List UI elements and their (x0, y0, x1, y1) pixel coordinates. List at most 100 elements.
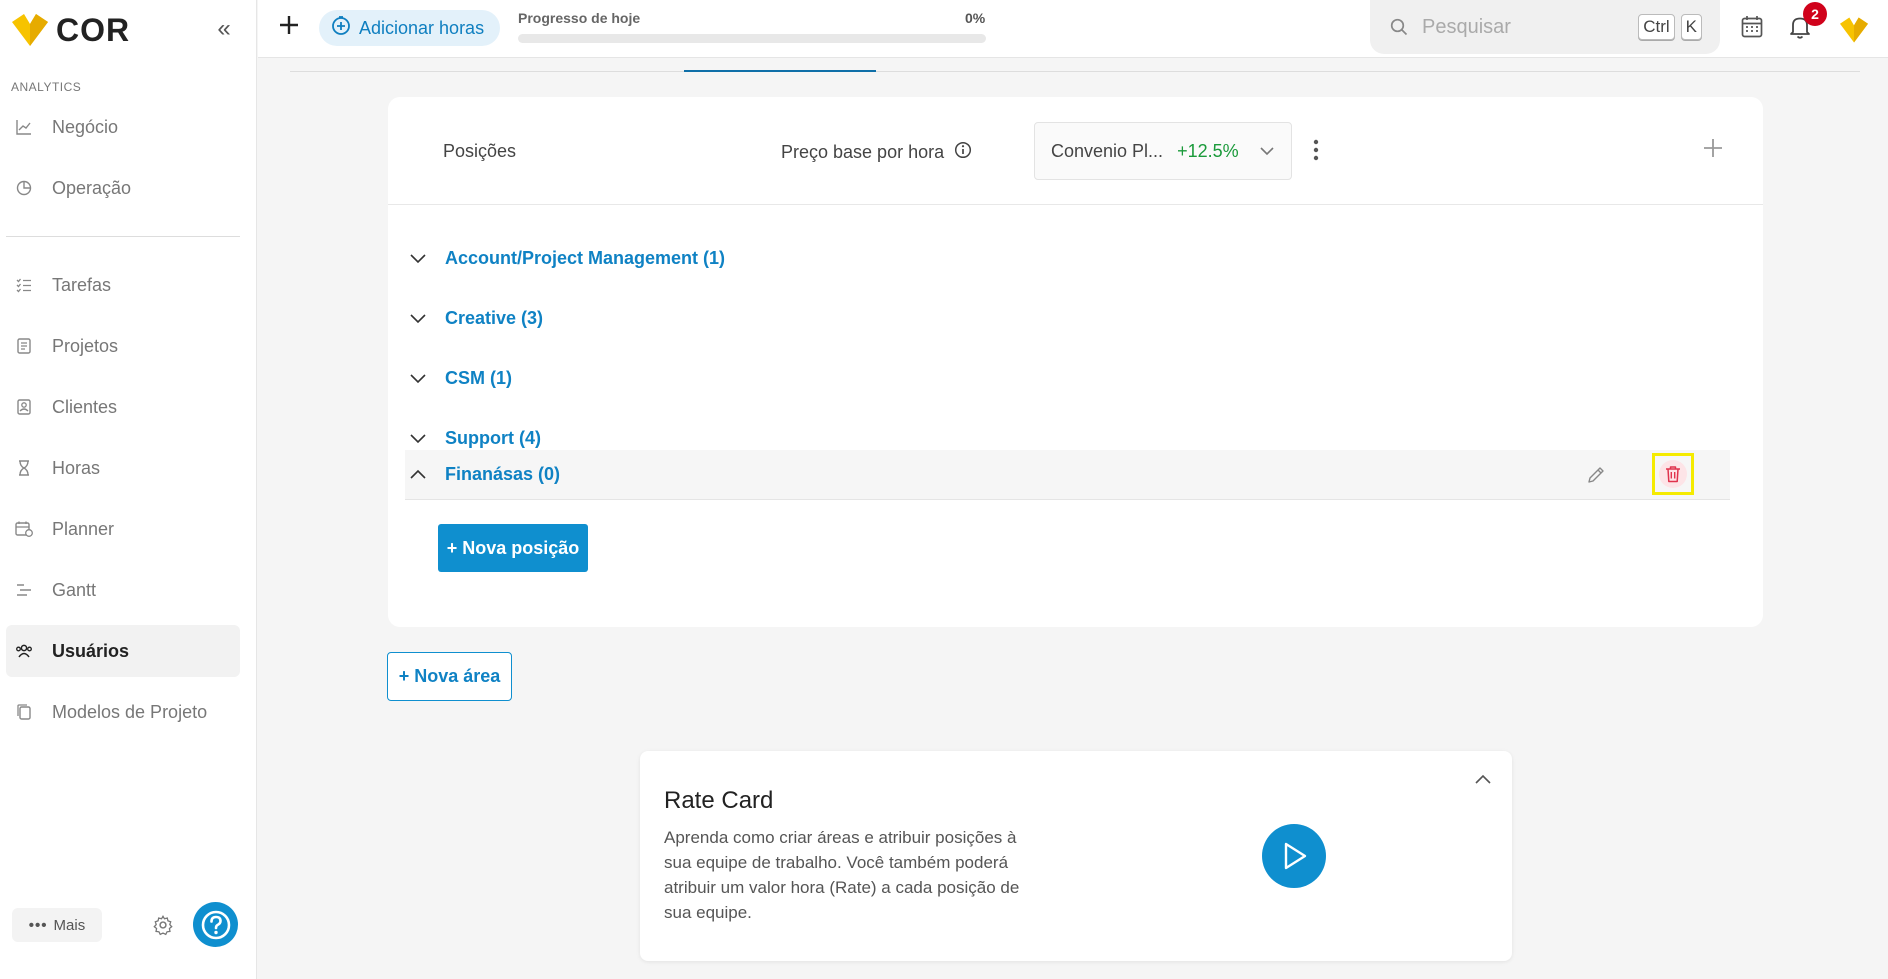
cor-logo-icon (12, 14, 48, 46)
sidebar-item-planner[interactable]: Planner (6, 503, 240, 555)
calendar-button[interactable] (1741, 15, 1763, 44)
more-label: Mais (53, 916, 86, 934)
sidebar-item-label: Gantt (52, 579, 97, 600)
analytics-section-label: ANALYTICS (11, 80, 82, 94)
positions-column-header: Posições (443, 141, 517, 161)
new-position-button[interactable]: + Nova posição (438, 524, 588, 572)
sidebar-item-label: Clientes (52, 396, 118, 417)
new-area-button[interactable]: + Nova área (387, 652, 512, 701)
rate-card-select-value: Convenio Pl... (1051, 140, 1164, 161)
chevron-down-icon (409, 249, 429, 267)
vertical-dots-icon (1313, 139, 1319, 161)
area-name: Finanásas (0) (445, 464, 561, 484)
calendar-icon (1741, 16, 1763, 38)
sidebar-item-clientes[interactable]: Clientes (6, 381, 240, 433)
sidebar-item-usuarios[interactable]: Usuários (6, 625, 240, 677)
info-panel-title: Rate Card (664, 787, 774, 814)
gear-icon (153, 915, 173, 936)
progress-label: Progresso de hoje (518, 10, 641, 26)
area-row-finanasas[interactable]: Finanásas (0) (405, 450, 1730, 500)
sidebar-item-label: Modelos de Projeto (52, 701, 208, 722)
area-row-account-project-management[interactable]: Account/Project Management (1) (405, 236, 1730, 280)
sidebar-item-horas[interactable]: Horas (6, 442, 240, 494)
play-video-button[interactable] (1262, 824, 1326, 888)
collapse-info-panel-button[interactable] (1474, 771, 1492, 794)
rate-card-info-panel: Rate Card Aprenda como criar áreas e atr… (640, 751, 1512, 961)
pie-chart-icon (14, 178, 34, 198)
area-name: Support (4) (445, 427, 541, 448)
area-row-creative[interactable]: Creative (3) (405, 296, 1730, 340)
users-icon (14, 641, 34, 661)
quick-add-button[interactable] (278, 13, 300, 41)
add-rate-card-button[interactable] (1703, 135, 1723, 163)
plus-icon (280, 16, 298, 34)
delete-button-background (1659, 460, 1687, 488)
info-icon[interactable] (954, 141, 972, 164)
cor-logo[interactable]: COR (10, 10, 130, 50)
more-button[interactable]: ••• Mais (12, 908, 102, 942)
rate-card-select[interactable]: Convenio Pl... +12.5% (1034, 122, 1292, 180)
ellipsis-icon: ••• (28, 916, 48, 934)
cor-logo-icon (1840, 17, 1868, 43)
play-icon (1284, 842, 1307, 870)
active-tab-indicator (684, 70, 876, 72)
trash-icon (1666, 466, 1680, 483)
rate-card-options-button[interactable] (1313, 139, 1319, 166)
sidebar-item-tarefas[interactable]: Tarefas (6, 259, 240, 311)
copy-icon (14, 702, 34, 722)
chevron-down-icon (409, 429, 429, 447)
sidebar-item-modelos-de-projeto[interactable]: Modelos de Projeto (6, 686, 240, 738)
help-button[interactable] (193, 902, 238, 947)
notification-badge: 2 (1803, 2, 1827, 26)
area-row-csm[interactable]: CSM (1) (405, 356, 1730, 400)
calendar-clock-icon (14, 519, 34, 539)
sidebar-item-operacao[interactable]: Operação (6, 162, 240, 214)
top-bar: Adicionar horas Progresso de hoje 0% Pes… (258, 0, 1888, 58)
search-placeholder: Pesquisar (1422, 15, 1511, 38)
chevron-up-icon (1475, 774, 1491, 784)
search-icon (1390, 18, 1408, 36)
area-name: Creative (3) (445, 307, 544, 328)
sidebar-item-label: Projetos (52, 335, 119, 356)
sidebar-item-label: Operação (52, 177, 132, 198)
progress-bar (518, 34, 986, 43)
progress-percentage: 0% (965, 10, 986, 26)
contact-card-icon (14, 397, 34, 417)
edit-area-button[interactable] (1586, 465, 1606, 490)
logo-text: COR (56, 11, 131, 48)
area-name: CSM (1) (445, 367, 512, 388)
collapse-sidebar-button[interactable]: « (212, 17, 236, 42)
sidebar-item-negocio[interactable]: Negócio (6, 101, 240, 153)
rate-table-header: Posições Preço base por hora Convenio Pl… (388, 97, 1763, 205)
add-hours-label: Adicionar horas (359, 17, 485, 38)
sidebar-item-label: Horas (52, 457, 101, 478)
chevron-down-icon (409, 309, 429, 327)
delete-area-button[interactable] (1652, 453, 1694, 495)
sidebar-item-gantt[interactable]: Gantt (6, 564, 240, 616)
shortcut-ctrl-key: Ctrl (1638, 14, 1675, 40)
document-icon (14, 336, 34, 356)
sidebar-item-label: Negócio (52, 116, 119, 137)
info-panel-text: Aprenda como criar áreas e atribuir posi… (664, 828, 1020, 922)
gantt-icon (14, 580, 34, 600)
hourglass-icon (14, 458, 34, 478)
chevron-down-icon (409, 369, 429, 387)
chevron-down-icon (1259, 143, 1275, 164)
sidebar-divider (6, 236, 240, 237)
user-avatar[interactable] (1838, 16, 1870, 49)
area-name: Account/Project Management (1) (445, 247, 726, 268)
sidebar: COR « ANALYTICS Negócio Operação Tarefas… (0, 0, 257, 979)
question-icon (201, 910, 230, 939)
sidebar-item-projetos[interactable]: Projetos (6, 320, 240, 372)
search-box[interactable]: Pesquisar Ctrl K (1370, 0, 1720, 54)
settings-button[interactable] (152, 914, 174, 936)
sidebar-item-label: Planner (52, 518, 115, 539)
sidebar-item-label: Tarefas (52, 274, 112, 295)
chevron-up-icon (409, 466, 429, 484)
rate-card-table: Posições Preço base por hora Convenio Pl… (388, 97, 1763, 627)
add-hours-button[interactable]: Adicionar horas (319, 10, 501, 46)
plus-icon (1704, 139, 1722, 157)
rate-card-percentage: +12.5% (1177, 140, 1239, 161)
base-price-column-header: Preço base por hora (781, 141, 972, 164)
sidebar-item-label: Usuários (52, 640, 130, 661)
